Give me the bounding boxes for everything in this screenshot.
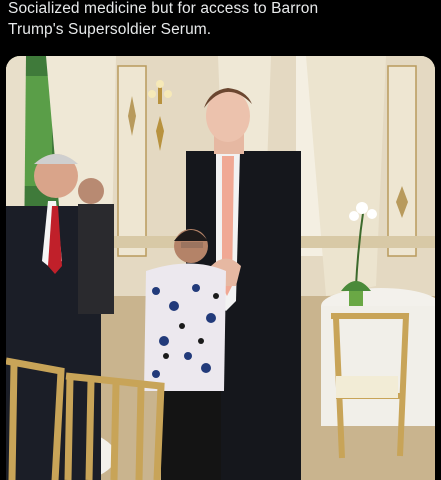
post-caption: Socialized medicine but for access to Ba…: [8, 0, 436, 40]
post-photo[interactable]: [6, 56, 435, 480]
wall-panel-1: [117, 65, 147, 257]
photo-illustration: [6, 56, 435, 480]
post-caption-line-1: Socialized medicine but for access to Ba…: [8, 0, 319, 17]
wall-panel-2: [387, 65, 417, 257]
post-caption-line-2: Trump's Supersoldier Serum.: [8, 21, 212, 38]
